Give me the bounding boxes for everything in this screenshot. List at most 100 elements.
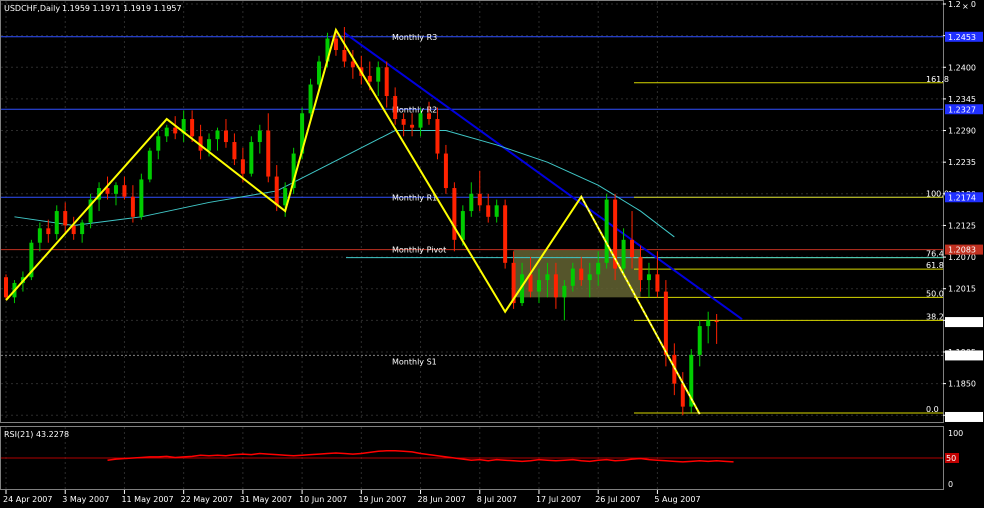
rsi-axis-max: 100: [948, 429, 963, 438]
rsi-axis-min: 0: [948, 480, 953, 489]
candle-body: [706, 320, 711, 327]
candle-body: [54, 211, 59, 235]
candle-body: [105, 188, 110, 194]
price-chart[interactable]: Monthly R3 Monthly R2 Monthly R1 Monthly Pi…: [0, 0, 984, 508]
time-tick-label: 19 Jun 2007: [358, 495, 406, 504]
candle-body: [646, 274, 651, 281]
candle-body: [173, 127, 178, 134]
candle-body: [596, 262, 601, 275]
pivot-label: Monthly R2: [392, 105, 437, 114]
candle-body: [486, 205, 491, 217]
candle-body: [494, 205, 499, 217]
candle-body: [477, 193, 482, 206]
candle-body: [139, 179, 144, 217]
candle-body: [4, 277, 8, 298]
candle-body: [384, 67, 389, 97]
candle-body: [435, 119, 440, 154]
candle-body: [317, 61, 322, 85]
price-tick-label: 1.2400: [948, 63, 976, 72]
candle-body: [536, 280, 541, 292]
candle-body: [156, 136, 161, 151]
candle-body: [562, 285, 567, 298]
candle-body: [697, 326, 702, 355]
candle-body: [257, 130, 262, 143]
candle-body: [638, 257, 643, 281]
chart-background: [0, 0, 984, 508]
price-tick-label: 1.2125: [948, 221, 976, 230]
time-tick-label: 11 May 2007: [121, 495, 173, 504]
time-tick-label: 17 Jul 2007: [536, 495, 581, 504]
candle-body: [147, 150, 152, 180]
candle-body: [427, 113, 431, 120]
consolidation-box: [513, 249, 641, 298]
candle-body: [663, 291, 668, 355]
candle-body: [630, 239, 635, 258]
candle-body: [342, 50, 347, 62]
symbol-label: USDCHF,Daily: [4, 4, 60, 13]
candle-body: [113, 185, 118, 194]
fib-label: 161.8: [926, 75, 949, 84]
candle-body: [46, 228, 51, 235]
price-tag-label: 1.1792: [948, 413, 976, 422]
candle-body: [240, 159, 245, 174]
price-tag-label: 1.2174: [948, 193, 976, 202]
time-tick-label: 26 Jul 2007: [595, 495, 640, 504]
time-tick-label: 24 Apr 2007: [3, 495, 52, 504]
pivot-label: Monthly Pivot: [392, 246, 446, 255]
close-icon[interactable]: ×: [960, 1, 970, 11]
time-tick-label: 3 May 2007: [62, 495, 109, 504]
pivot-label: Monthly R1: [392, 193, 437, 202]
candle-body: [274, 176, 279, 206]
candle-body: [333, 38, 338, 51]
price-tag-label: 1.2327: [948, 105, 976, 114]
candle-body: [266, 130, 271, 177]
candle-body: [655, 274, 660, 292]
candle-body: [553, 274, 558, 298]
time-tick-label: 8 Jul 2007: [477, 495, 517, 504]
candle-body: [376, 67, 381, 82]
candle-body: [570, 268, 575, 286]
price-tag-label: 1.1899: [948, 351, 976, 360]
candle-body: [503, 205, 508, 263]
candle-body: [401, 119, 406, 125]
price-tick-label: 1.2015: [948, 285, 976, 294]
candle-body: [207, 139, 212, 151]
rsi-level-tag-label: 50: [946, 454, 956, 463]
ohlc-text: 1.1959 1.1971 1.1919 1.1957: [62, 4, 182, 13]
price-tick-label: 1.2290: [948, 127, 976, 136]
candle-body: [215, 130, 220, 140]
time-tick-label: 28 Jun 2007: [418, 495, 466, 504]
candle-body: [308, 84, 313, 114]
candle-body: [460, 211, 465, 240]
price-tag-label: 1.1957: [948, 318, 976, 327]
candle-body: [249, 142, 254, 174]
candle-body: [350, 61, 355, 68]
fib-label: 50.0: [926, 289, 944, 298]
candle-body: [367, 75, 372, 82]
candle-body: [190, 119, 195, 137]
time-tick-label: 10 Jun 2007: [299, 495, 347, 504]
candle-body: [223, 130, 228, 143]
candle-body: [452, 188, 457, 240]
fib-label: 38.2: [926, 312, 944, 321]
candle-body: [80, 222, 85, 235]
pivot-label: Monthly S1: [392, 357, 437, 366]
price-tag-label: 1.2453: [948, 33, 976, 42]
time-tick-label: 22 May 2007: [181, 495, 233, 504]
price-tag-label: 1.2083: [948, 246, 976, 255]
consolidation-rect: [513, 249, 641, 298]
candle-body: [130, 196, 135, 217]
candle-body: [410, 124, 415, 128]
candle-body: [621, 239, 626, 269]
candle-body: [587, 274, 592, 281]
candle-body: [63, 211, 68, 226]
candle-body: [443, 153, 448, 189]
candle-body: [122, 185, 127, 197]
candle-body: [545, 274, 550, 281]
candle-body: [579, 268, 584, 281]
svg-text:×: ×: [962, 2, 969, 11]
candle-body: [418, 113, 423, 128]
candle-body: [393, 96, 398, 120]
candle-body: [714, 320, 719, 323]
price-tick-label: 1.2345: [948, 95, 976, 104]
